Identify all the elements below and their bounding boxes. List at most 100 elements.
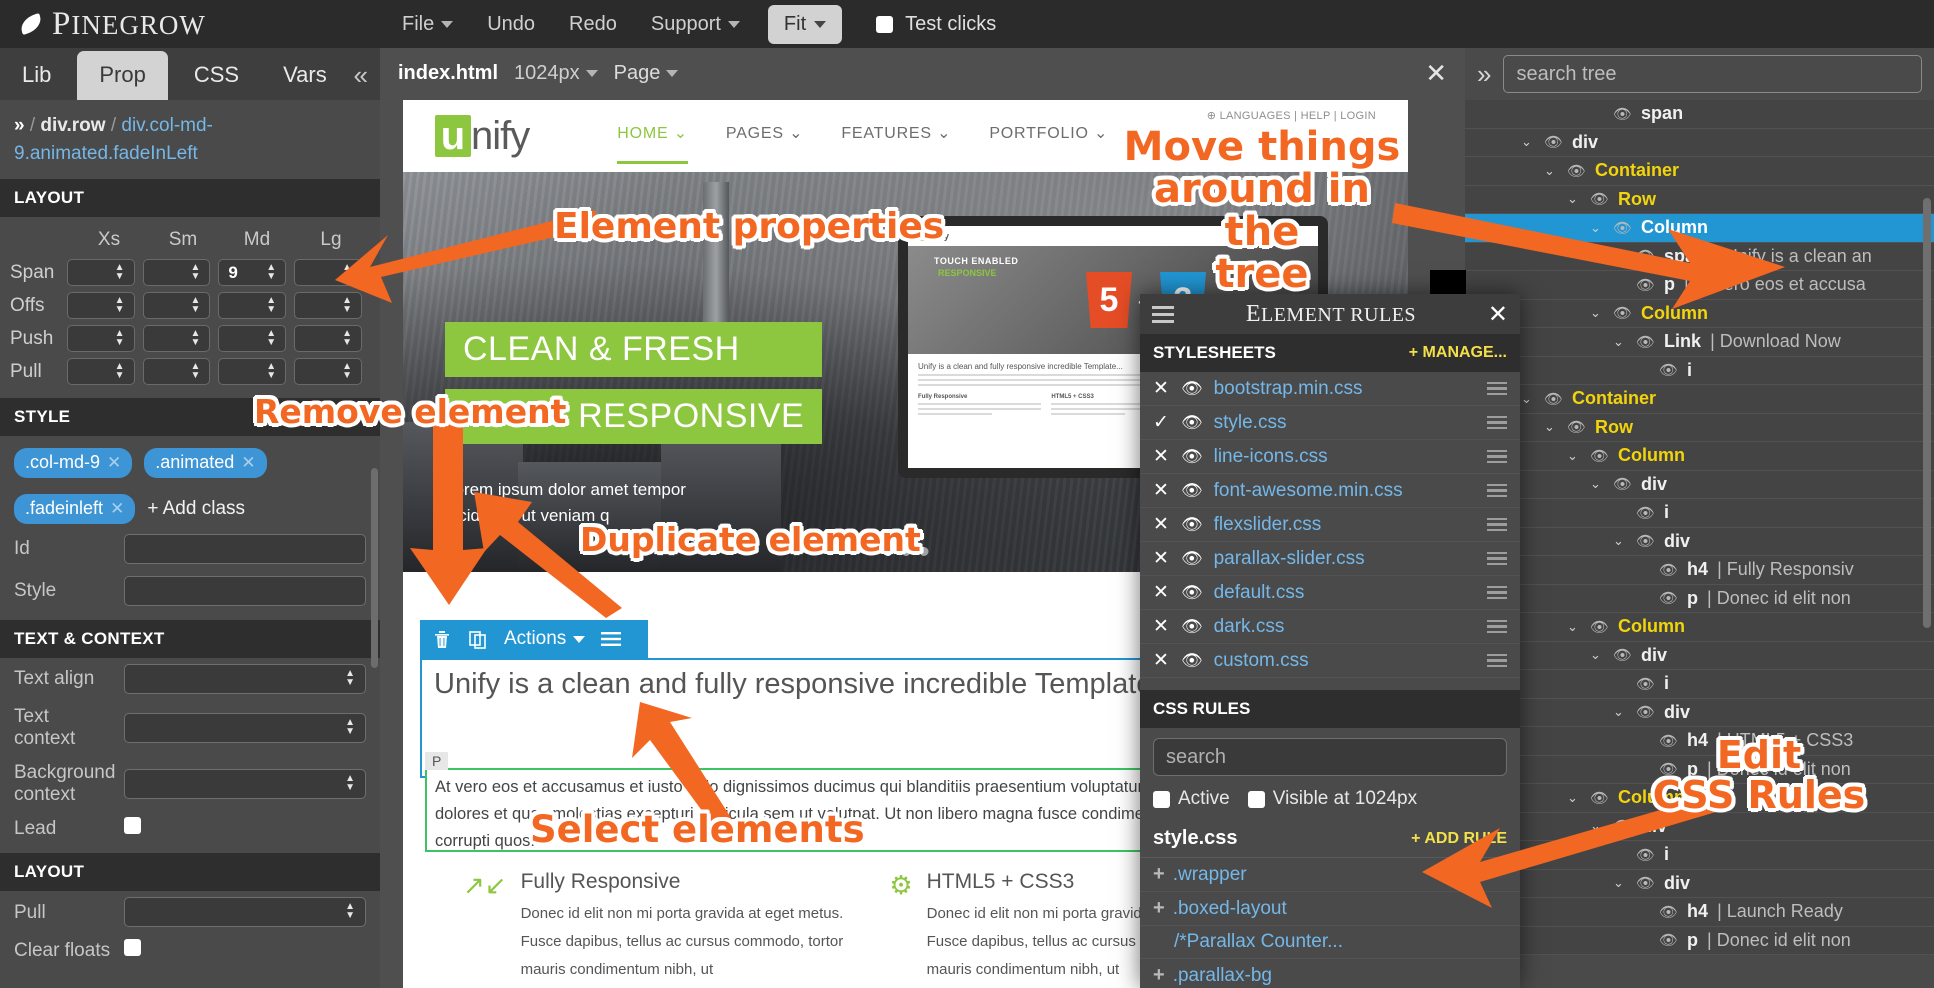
push-md-stepper[interactable]: ▲ ▼ [218,325,287,353]
eye-icon[interactable]: 👁 [1181,515,1203,535]
inactive-icon[interactable]: ✕ [1153,377,1170,400]
drag-handle-icon[interactable] [1487,583,1507,603]
manage-stylesheets-button[interactable]: + MANAGE... [1409,344,1507,362]
offs-md-stepper[interactable]: ▲ ▼ [218,292,287,320]
eye-icon[interactable]: 👁 [1613,105,1632,123]
preview-nav-portfolio[interactable]: PORTFOLIO ⌄ [989,123,1108,164]
remove-class-icon[interactable]: ✕ [241,453,255,473]
clear-floats-checkbox[interactable] [124,939,141,957]
stylesheet-row-default[interactable]: ✕ 👁 default.css [1140,576,1520,610]
drag-handle-icon[interactable] [1487,447,1507,467]
drag-handle-icon[interactable] [1487,413,1507,433]
push-lg-stepper[interactable]: ▲ ▼ [294,325,362,353]
active-check-icon[interactable]: ✓ [1153,411,1170,434]
css-rule-comment-1[interactable]: /*Parallax Counter... [1140,926,1520,959]
menu-file[interactable]: File [402,13,454,36]
tree-node-div-13[interactable]: ⌄ 👁 div [1465,470,1934,499]
stylesheet-row-style[interactable]: ✓ 👁 style.css [1140,406,1520,440]
text-context-select[interactable]: ▲ ▼ [124,712,366,743]
chevron-down-icon[interactable]: ⌄ [1613,334,1627,350]
pull-lg-stepper[interactable]: ▲ ▼ [294,358,362,386]
menu-redo[interactable]: Redo [569,13,617,36]
inactive-icon[interactable]: ✕ [1153,445,1170,468]
eye-icon[interactable]: 👁 [1659,931,1678,949]
preview-nav-features[interactable]: FEATURES ⌄ [841,123,951,164]
eye-icon[interactable]: 👁 [1181,617,1203,637]
eye-icon[interactable]: 👁 [1636,675,1655,693]
inactive-icon[interactable]: ✕ [1153,615,1170,638]
span-sm-stepper[interactable]: ▲ ▼ [142,259,211,287]
eye-icon[interactable]: 👁 [1181,413,1203,433]
eye-icon[interactable]: 👁 [1181,481,1203,501]
pull-md-stepper[interactable]: ▲ ▼ [218,358,287,386]
background-context-select[interactable]: ▲ ▼ [124,768,366,799]
stylesheet-row-dark[interactable]: ✕ 👁 dark.css [1140,610,1520,644]
left-panel-scrollbar[interactable] [371,468,378,668]
span-xs-stepper[interactable]: ▲ ▼ [66,259,135,287]
hamburger-icon[interactable] [1152,302,1174,327]
eye-icon[interactable]: 👁 [1659,361,1678,379]
chevron-down-icon[interactable]: ⌄ [1544,419,1558,435]
tree-scrollbar[interactable] [1923,198,1931,628]
chevron-down-icon[interactable]: ⌄ [1567,619,1581,635]
tree-node-p-29[interactable]: 👁 p | Donec id elit non [1465,926,1934,955]
add-class-button[interactable]: + Add class [147,498,245,520]
chevron-down-icon[interactable]: ⌄ [1521,391,1535,407]
test-clicks-toggle[interactable]: Test clicks [876,13,996,36]
eye-icon[interactable]: 👁 [1613,475,1632,493]
tab-prop[interactable]: Prop [77,51,168,100]
menu-support[interactable]: Support [651,13,740,36]
pull-xs-stepper[interactable]: ▲ ▼ [66,358,135,386]
eye-icon[interactable]: 👁 [1567,418,1586,436]
drag-handle-icon[interactable] [1487,549,1507,569]
trash-icon[interactable] [432,629,452,650]
tab-css[interactable]: CSS [172,51,261,100]
inactive-icon[interactable]: ✕ [1153,513,1170,536]
css-rule-parallax-bg[interactable]: + .parallax-bg [1140,959,1520,988]
text-align-select[interactable]: ▲ ▼ [124,664,366,695]
tree-node-i-14[interactable]: 👁 i [1465,499,1934,528]
canvas-page-menu[interactable]: Page [614,62,661,85]
stylesheet-row-custom[interactable]: ✕ 👁 custom.css [1140,644,1520,678]
eye-icon[interactable]: 👁 [1636,703,1655,721]
chevron-down-icon[interactable]: ⌄ [1590,476,1604,492]
tree-node-link-8[interactable]: ⌄ 👁 Link | Download Now [1465,328,1934,357]
remove-class-icon[interactable]: ✕ [107,453,121,473]
pull-select[interactable]: ▲ ▼ [124,897,366,928]
stylesheet-row-bootstrap[interactable]: ✕ 👁 bootstrap.min.css [1140,372,1520,406]
breadcrumb-chevron[interactable]: » [14,115,25,136]
active-checkbox[interactable] [1153,790,1170,808]
inactive-icon[interactable]: ✕ [1153,649,1170,672]
tree-node-i-9[interactable]: 👁 i [1465,356,1934,385]
tab-lib[interactable]: Lib [0,51,73,100]
tree-node-span-0[interactable]: 👁 span [1465,100,1934,129]
stylesheet-row-font-awesome[interactable]: ✕ 👁 font-awesome.min.css [1140,474,1520,508]
inactive-icon[interactable]: ✕ [1153,547,1170,570]
tree-node-i-20[interactable]: 👁 i [1465,670,1934,699]
class-pill-fadeinleft[interactable]: .fadeinleft ✕ [14,494,136,525]
zoom-fit-button[interactable]: Fit [767,4,843,44]
chevron-down-icon[interactable]: ⌄ [1544,163,1558,179]
tree-node-column-12[interactable]: ⌄ 👁 Column [1465,442,1934,471]
eye-icon[interactable]: 👁 [1544,390,1563,408]
eye-icon[interactable]: 👁 [1659,589,1678,607]
chevron-down-icon[interactable]: ⌄ [1613,704,1627,720]
tree-node-div-19[interactable]: ⌄ 👁 div [1465,641,1934,670]
tab-vars[interactable]: Vars [261,51,349,100]
eye-icon[interactable]: 👁 [1181,447,1203,467]
eye-icon[interactable]: 👁 [1636,532,1655,550]
tree-node-div-21[interactable]: ⌄ 👁 div [1465,698,1934,727]
stylesheet-row-line-icons[interactable]: ✕ 👁 line-icons.css [1140,440,1520,474]
eye-icon[interactable]: 👁 [1659,561,1678,579]
class-pill-animated[interactable]: .animated ✕ [144,448,267,479]
chevron-down-icon[interactable]: ⌄ [1521,134,1535,150]
eye-icon[interactable]: 👁 [1544,133,1563,151]
canvas-filename[interactable]: index.html [398,62,498,85]
drag-handle-icon[interactable] [1487,617,1507,637]
inactive-icon[interactable]: ✕ [1153,581,1170,604]
offs-xs-stepper[interactable]: ▲ ▼ [66,292,135,320]
visible-checkbox[interactable] [1247,790,1265,808]
push-xs-stepper[interactable]: ▲ ▼ [66,325,135,353]
eye-icon[interactable]: 👁 [1590,447,1609,465]
chevron-down-icon[interactable] [585,69,598,77]
